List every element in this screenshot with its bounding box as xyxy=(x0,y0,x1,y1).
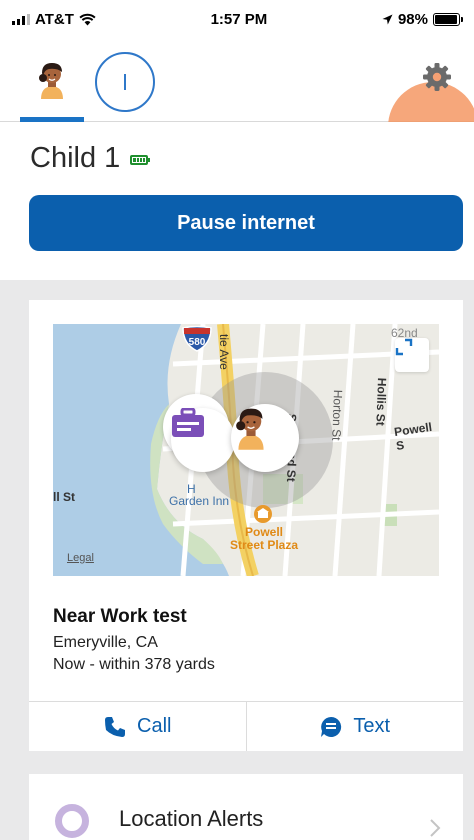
chat-icon xyxy=(321,716,342,737)
settings-button[interactable] xyxy=(420,60,454,94)
profile-bar xyxy=(0,38,474,172)
work-briefcase-icon xyxy=(172,408,204,437)
clock: 1:57 PM xyxy=(210,10,268,28)
gear-icon xyxy=(423,63,451,91)
status-bar: AT&T 1:57 PM 98% xyxy=(0,0,474,38)
wifi-icon xyxy=(79,13,96,25)
battery-percent: 98% xyxy=(397,10,428,28)
map-expand-button[interactable] xyxy=(395,338,429,372)
add-profile-button[interactable] xyxy=(95,52,155,112)
location-arrow-icon xyxy=(382,14,393,24)
chevron-right-icon xyxy=(430,819,441,837)
contact-actions: Call Text xyxy=(29,701,463,751)
status-left: AT&T xyxy=(12,11,96,28)
text-label: Text xyxy=(353,715,391,737)
location-time-distance: Now - within 378 yards xyxy=(53,656,215,673)
plaza-pin-icon xyxy=(254,505,272,523)
child-name-row: Child 1 xyxy=(30,142,151,175)
highway-shield-icon: 580 xyxy=(182,326,212,352)
location-card: 580 tie Ave 62nd Horton St Hollis St Pow… xyxy=(29,300,463,751)
map-street-label: Hollis St xyxy=(373,377,389,426)
map-legal-link[interactable]: Legal xyxy=(67,552,94,564)
work-pin[interactable] xyxy=(171,408,235,472)
text-button[interactable]: Text xyxy=(245,702,464,751)
expand-icon xyxy=(395,338,413,356)
location-alerts-label: Location Alerts xyxy=(119,806,264,831)
signal-icon xyxy=(12,13,30,25)
location-alerts-icon xyxy=(55,804,89,838)
carrier-label: AT&T xyxy=(35,10,74,28)
map-hotel-label: Garden Inn xyxy=(169,494,230,508)
map-street-label: Powell S xyxy=(393,419,433,453)
phone-icon xyxy=(105,716,126,737)
battery-full-icon xyxy=(130,154,151,165)
location-title: Near Work test xyxy=(53,606,187,627)
location-city: Emeryville, CA xyxy=(53,634,158,651)
child-location-pin[interactable] xyxy=(231,404,299,472)
add-profile-icon xyxy=(124,74,126,90)
profile-tab-child-1[interactable] xyxy=(20,38,84,122)
child-name: Child 1 xyxy=(30,142,121,174)
svg-text:580: 580 xyxy=(189,337,206,348)
child-header: Child 1 Pause internet xyxy=(0,122,474,280)
status-right: 98% xyxy=(382,10,463,28)
map-street-label: Horton St xyxy=(329,389,345,441)
location-alerts-card[interactable]: Location Alerts xyxy=(29,774,463,840)
map-street-label: ll St xyxy=(53,490,76,504)
map-street-label: tie Ave xyxy=(217,334,231,370)
location-map[interactable]: 580 tie Ave 62nd Horton St Hollis St Pow… xyxy=(53,324,439,576)
map-poi-label: Powell Street Plaza xyxy=(229,525,299,552)
child-avatar-icon xyxy=(39,63,63,99)
battery-icon xyxy=(433,12,463,26)
pause-internet-button[interactable]: Pause internet xyxy=(29,195,463,251)
child-avatar-icon xyxy=(236,408,264,450)
call-button[interactable]: Call xyxy=(29,702,246,751)
call-label: Call xyxy=(137,715,172,737)
